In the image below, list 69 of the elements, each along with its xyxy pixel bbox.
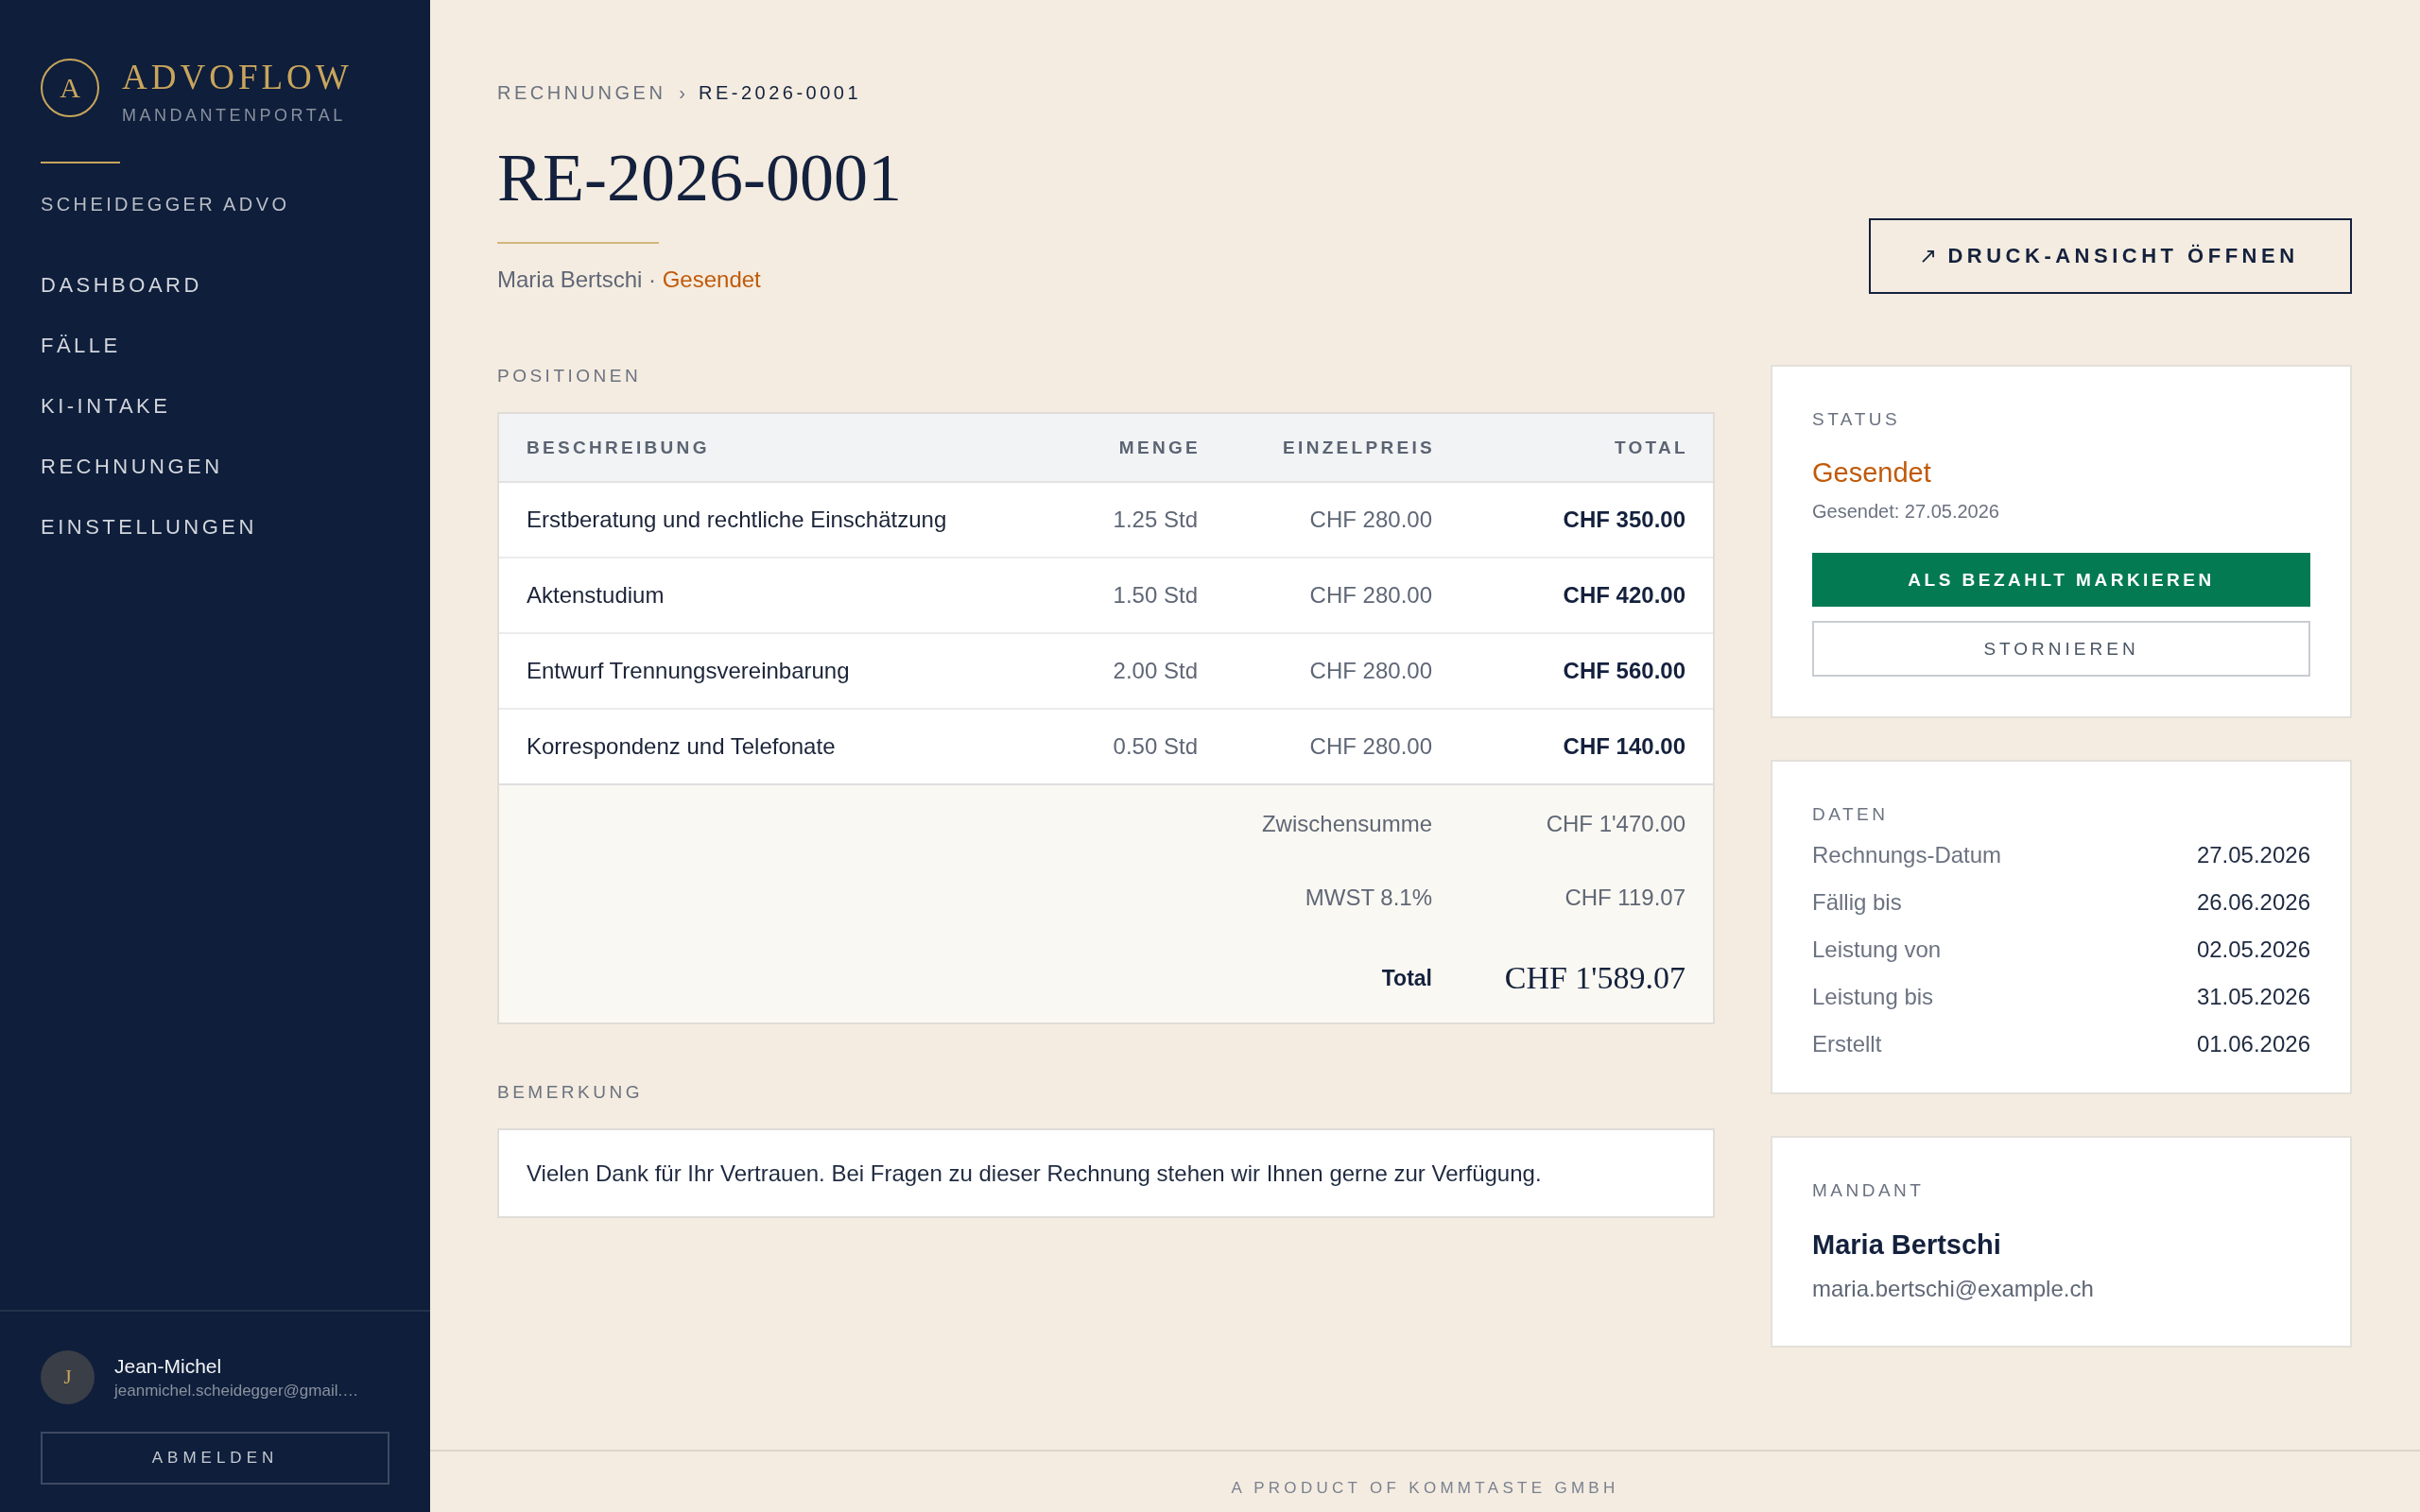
mark-paid-button[interactable]: ALS BEZAHLT MARKIEREN [1812, 553, 2310, 607]
table-cell-text: Erstberatung und rechtliche Einschätzung [526, 507, 948, 533]
summary-label: Zwischensumme [1260, 811, 1433, 837]
logout-button[interactable]: ABMELDEN [41, 1432, 389, 1485]
date-label: Erstellt [1812, 1030, 1882, 1058]
date-value: 27.05.2026 [2196, 841, 2310, 869]
summary-value: CHF 119.07 [1564, 885, 1686, 911]
footer-text: A PRODUCT OF KOMMTASTE GMBH [1231, 1479, 1619, 1498]
date-label: Leistung bis [1812, 983, 1934, 1011]
breadcrumb-current: RE-2026-0001 [699, 81, 862, 104]
date-value: 26.06.2026 [2196, 888, 2310, 917]
firm-name: SCHEIDEGGER ADVO [41, 193, 291, 215]
table-cell-text: CHF 280.00 [1308, 507, 1433, 533]
column-header: MENGE [1117, 437, 1201, 458]
nav-item[interactable]: DASHBOARD [41, 267, 202, 303]
diagonal-arrow-icon [1922, 249, 1935, 263]
table-cell-text: Aktenstudium [526, 582, 666, 609]
column-header: BESCHREIBUNG [526, 437, 711, 458]
summary-value: CHF 1'470.00 [1545, 811, 1686, 837]
table-cell-text: 0.50 Std [1112, 733, 1199, 760]
client-email: maria.bertschi@example.ch [1812, 1275, 2095, 1303]
brand-name: ADVOFLOW [122, 59, 353, 96]
sent-date: Gesendet: 27.05.2026 [1812, 500, 2000, 524]
table-cell-text: CHF 350.00 [1562, 507, 1686, 533]
section-heading: POSITIONEN [497, 365, 643, 387]
user-email: jeanmichel.scheidegger@gmail.… [114, 1380, 359, 1401]
date-label: Rechnungs-Datum [1812, 841, 2002, 869]
table-cell-text: 2.00 Std [1112, 658, 1199, 684]
date-label: Fällig bis [1812, 888, 1902, 917]
table-cell-text: CHF 280.00 [1308, 658, 1433, 684]
section-heading: BEMERKUNG [497, 1081, 644, 1104]
card-heading: DATEN [1812, 803, 1890, 826]
status-label: Gesendet [1812, 456, 1932, 490]
nav-item[interactable]: KI-INTAKE [41, 388, 171, 424]
table-cell-text: 1.25 Std [1112, 507, 1199, 533]
date-value: 31.05.2026 [2196, 983, 2310, 1011]
card-heading: MANDANT [1812, 1179, 1926, 1202]
user-avatar: J [41, 1350, 95, 1404]
nav-item[interactable]: FÄLLE [41, 328, 121, 364]
table-cell-text: Entwurf Trennungsvereinbarung [526, 658, 851, 684]
table-cell-text: CHF 140.00 [1562, 733, 1686, 760]
table-cell-text: Korrespondenz und Telefonate [526, 733, 837, 760]
date-value: 02.05.2026 [2196, 936, 2310, 964]
remark-text: Vielen Dank für Ihr Vertrauen. Bei Fragen zu dieser Rechnung stehen wir Ihnen gerne zur Verfügung. [497, 1128, 1715, 1218]
date-value: 01.06.2026 [2196, 1030, 2310, 1058]
total-value: CHF 1'589.07 [1503, 960, 1686, 996]
total-label: Total [1380, 965, 1433, 991]
table-cell-text: CHF 420.00 [1562, 582, 1686, 609]
card-heading: STATUS [1812, 408, 1902, 431]
invoice-title: RE-2026-0001 [497, 140, 902, 215]
column-header: TOTAL [1613, 437, 1689, 458]
table-cell-text: 1.50 Std [1112, 582, 1199, 609]
nav-item[interactable]: RECHNUNGEN [41, 449, 223, 485]
table-cell-text: CHF 560.00 [1562, 658, 1686, 684]
breadcrumb-separator: › [679, 81, 685, 104]
table-cell-text: CHF 280.00 [1308, 582, 1433, 609]
logo-mark: A [41, 59, 99, 117]
cancel-button[interactable]: STORNIEREN [1812, 621, 2310, 677]
nav-item[interactable]: EINSTELLUNGEN [41, 509, 257, 545]
brand-tagline: MANDANTENPORTAL [122, 105, 347, 126]
user-name: Jean-Michel [114, 1353, 223, 1379]
date-label: Leistung von [1812, 936, 1942, 964]
client-name: Maria Bertschi [1812, 1228, 2002, 1262]
print-view-button[interactable]: DRUCK-ANSICHT ÖFFNEN [1869, 218, 2352, 294]
column-header: EINZELPREIS [1282, 437, 1436, 458]
table-cell-text: CHF 280.00 [1308, 733, 1433, 760]
summary-label: MWST 8.1% [1304, 885, 1433, 911]
invoice-subtitle: Maria Bertschi · Gesendet [497, 266, 762, 294]
breadcrumb-link[interactable]: RECHNUNGEN [497, 81, 666, 104]
